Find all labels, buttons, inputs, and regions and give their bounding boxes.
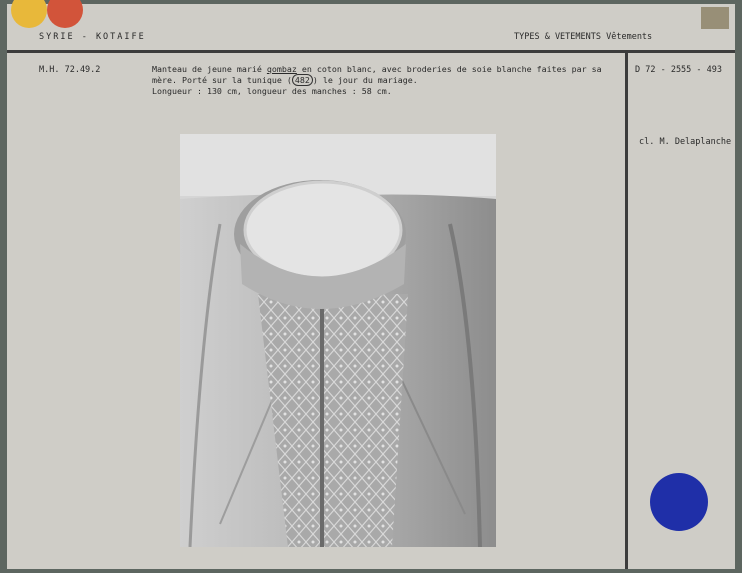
catalog-card: SYRIE - KOTAIFE TYPES & VETEMENTS Vêteme…	[7, 0, 735, 569]
location-label: SYRIE - KOTAIFE	[39, 32, 146, 42]
desc-keyword: qombaz	[266, 64, 297, 74]
category-label: TYPES & VETEMENTS Vêtements	[514, 32, 653, 42]
inventory-number: M.H. 72.49.2	[39, 65, 101, 75]
description: Manteau de jeune marié qombaz en coton b…	[152, 64, 622, 97]
desc-line2-a: mère. Porté sur la tunique (	[152, 75, 292, 85]
desc-part1: Manteau de jeune marié	[152, 64, 267, 74]
desc-part2: en coton blanc, avec broderies de soie b…	[296, 64, 602, 74]
tunic-reference: 482	[291, 74, 313, 86]
corner-stamp	[701, 7, 729, 29]
garment-photograph	[180, 134, 496, 547]
yellow-tab-marker	[11, 0, 47, 28]
photo-credit: cl. M. Delaplanche	[639, 137, 732, 147]
column-divider	[625, 53, 628, 569]
blue-marker-dot	[650, 473, 708, 531]
dimensions: Longueur : 130 cm, longueur des manches …	[152, 86, 392, 96]
red-tab-marker	[47, 0, 83, 28]
photo-reference: D 72 - 2555 - 493	[635, 65, 722, 75]
desc-line2-b: ) le jour du mariage.	[312, 75, 418, 85]
